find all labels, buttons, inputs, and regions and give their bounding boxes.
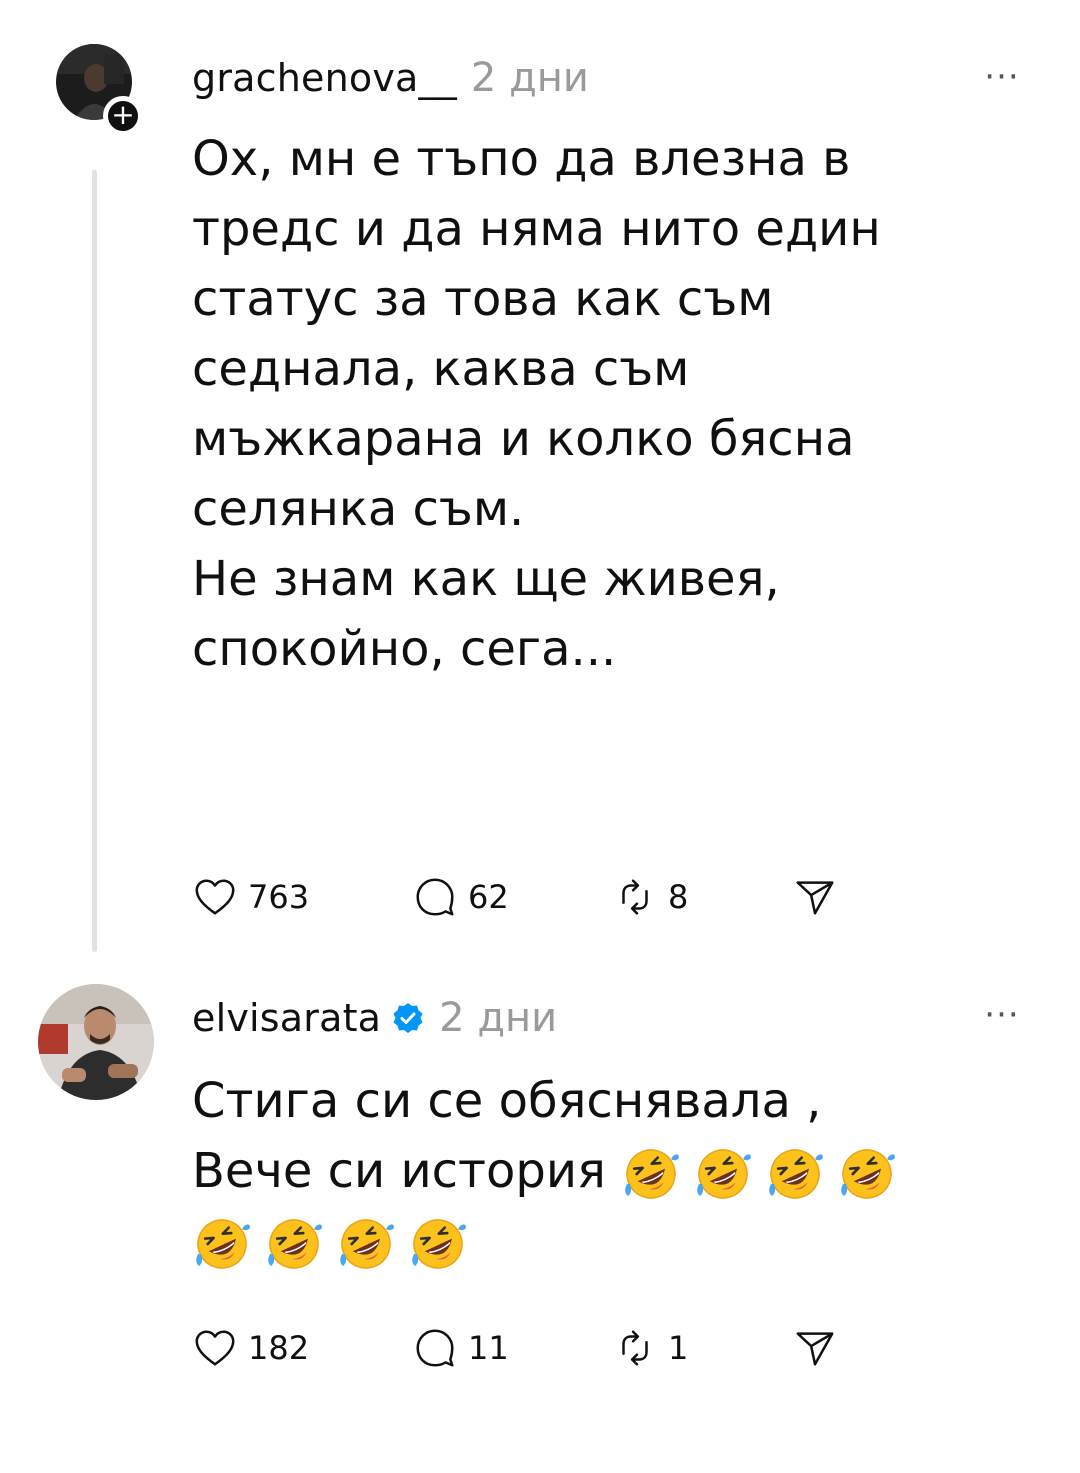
action-bar: 763 62 8 <box>192 872 878 922</box>
text-line: Вече си история <box>192 1136 1032 1206</box>
username[interactable]: elvisarata <box>192 996 381 1040</box>
action-bar: 182 11 1 <box>192 1323 878 1373</box>
send-icon <box>796 1332 834 1366</box>
rolling-on-the-floor-laughing-icon <box>340 1219 394 1269</box>
text-line: селянка съм. <box>192 481 525 537</box>
reply-button[interactable]: 11 <box>412 1325 572 1371</box>
text-line: статус за това как съм <box>192 271 774 327</box>
thread-line <box>92 170 97 952</box>
reply-button[interactable]: 62 <box>412 874 572 920</box>
post-elvisarata: elvisarata 2 дни ··· Стига си се обясняв… <box>0 960 1080 1473</box>
rolling-on-the-floor-laughing-icon <box>412 1219 466 1269</box>
repost-count: 1 <box>668 1329 689 1367</box>
like-count: 182 <box>248 1329 310 1367</box>
heart-icon <box>195 1330 235 1366</box>
emoji-group <box>192 1206 1032 1276</box>
text-line: Ох, мн е тъпо да влезна в <box>192 131 851 187</box>
follow-plus-button[interactable]: + <box>103 96 143 136</box>
post-header: elvisarata 2 дни <box>192 988 557 1048</box>
text-line: мъжкарана и колко бясна <box>192 411 855 467</box>
more-options-icon[interactable]: ··· <box>972 998 1032 1032</box>
rolling-on-the-floor-laughing-icon <box>196 1219 250 1269</box>
like-count: 763 <box>248 878 310 916</box>
rolling-on-the-floor-laughing-icon <box>268 1219 322 1269</box>
share-button[interactable] <box>792 874 838 920</box>
share-button[interactable] <box>792 1325 838 1371</box>
rolling-on-the-floor-laughing-icon <box>697 1149 752 1199</box>
like-button[interactable]: 182 <box>192 1325 372 1371</box>
post-text: Ох, мн е тъпо да влезна в тредс и да ням… <box>192 124 1032 684</box>
more-options-icon[interactable]: ··· <box>972 60 1032 94</box>
timestamp: 2 дни <box>470 55 589 101</box>
reply-count: 11 <box>468 1329 509 1367</box>
text-line: седнала, каква съм <box>192 341 690 397</box>
verified-badge-icon <box>393 1003 423 1033</box>
post-header: grachenova__ 2 дни <box>192 48 589 108</box>
comment-icon <box>416 878 454 916</box>
text-line: Не знам как ще живея, <box>192 551 780 607</box>
repost-button[interactable]: 8 <box>612 874 752 920</box>
text-line: тредс и да няма нито един <box>192 201 881 257</box>
timestamp: 2 дни <box>439 995 558 1041</box>
reply-count: 62 <box>468 878 509 916</box>
post-grachenova: + grachenova__ 2 дни ··· Ох, мн е тъпо д… <box>0 0 1080 960</box>
emoji-group <box>621 1143 909 1199</box>
comment-icon <box>416 1329 454 1367</box>
like-button[interactable]: 763 <box>192 874 372 920</box>
repost-count: 8 <box>668 878 689 916</box>
text-line: Стига си се обяснявала , <box>192 1073 822 1129</box>
username[interactable]: grachenova__ <box>192 56 457 100</box>
text-segment: Вече си история <box>192 1143 606 1199</box>
heart-icon <box>195 879 235 915</box>
rolling-on-the-floor-laughing-icon <box>769 1149 824 1199</box>
repost-icon <box>622 879 648 915</box>
text-line: спокойно, сега... <box>192 621 617 677</box>
post-text: Стига си се обяснявала , Вече си история <box>192 1066 1032 1276</box>
repost-button[interactable]: 1 <box>612 1325 752 1371</box>
rolling-on-the-floor-laughing-icon <box>841 1149 896 1199</box>
avatar[interactable] <box>38 984 154 1100</box>
send-icon <box>796 881 834 915</box>
rolling-on-the-floor-laughing-icon <box>625 1149 680 1199</box>
repost-icon <box>622 1330 648 1366</box>
